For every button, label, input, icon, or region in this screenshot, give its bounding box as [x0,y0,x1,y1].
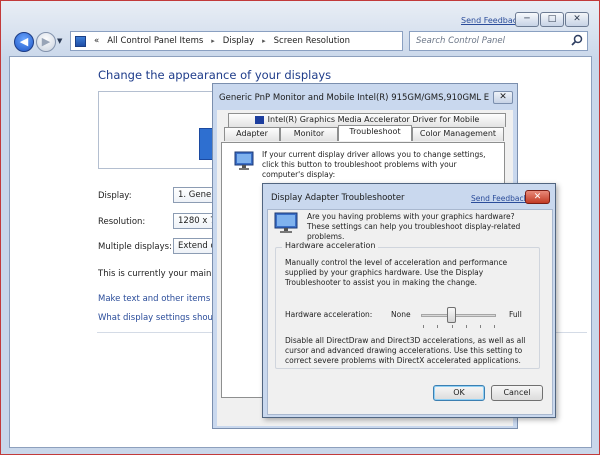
intel-graphics-icon [254,115,264,124]
address-bar[interactable]: « All Control Panel Items ▸ Display ▸ Sc… [70,31,403,51]
hardware-acceleration-slider[interactable] [421,314,496,317]
ok-button[interactable]: OK [433,385,485,401]
page-title: Change the appearance of your displays [98,68,332,82]
slider-tick [466,325,467,328]
troubleshoot-description: If your current display driver allows yo… [262,150,486,179]
display-settings-help-link[interactable]: What display settings should l [98,313,215,323]
dialog-title: Display Adapter Troubleshooter [271,193,405,203]
display-adapter-troubleshooter-dialog: Display Adapter Troubleshooter Send Feed… [262,183,556,418]
breadcrumb-separator[interactable]: ▸ [262,37,266,45]
text-size-link[interactable]: Make text and other items larg [98,294,215,304]
tab-color-management[interactable]: Color Management [412,127,504,141]
close-button[interactable]: ✕ [565,12,589,27]
group-title: Hardware acceleration [282,241,379,250]
cancel-button[interactable]: Cancel [491,385,543,401]
hardware-acceleration-description: Manually control the level of accelerati… [285,258,508,287]
display-label: Display: [98,191,132,201]
slider-min-label: None [391,310,411,319]
tab-troubleshoot[interactable]: Troubleshoot [338,125,412,141]
recent-pages-dropdown[interactable]: ▼ [57,37,67,47]
monitor-icon [274,212,298,234]
breadcrumb-separator[interactable]: ▸ [211,37,215,45]
slider-thumb[interactable] [447,307,457,323]
back-button[interactable]: ◀ [14,32,34,52]
control-panel-icon [75,35,86,47]
slider-max-label: Full [509,310,522,319]
search-input[interactable]: Search Control Panel [409,31,588,51]
send-feedback-link[interactable]: Send Feedback [461,16,522,25]
breadcrumb-overflow[interactable]: « [94,36,99,46]
breadcrumb-screen-resolution[interactable]: Screen Resolution [274,36,350,46]
send-feedback-link[interactable]: Send Feedback [471,194,528,203]
breadcrumb-all-items[interactable]: All Control Panel Items [107,36,203,46]
slider-label: Hardware acceleration: [285,310,373,319]
maximize-button[interactable]: □ [540,12,564,27]
tab-monitor[interactable]: Monitor [280,127,338,141]
slider-tick [437,325,438,328]
resolution-label: Resolution: [98,217,146,227]
tab-adapter[interactable]: Adapter [224,127,280,141]
multiple-displays-label: Multiple displays: [98,242,172,252]
main-display-status: This is currently your main di [98,269,215,279]
slider-tick [423,325,424,328]
close-button[interactable]: ✕ [525,190,550,204]
slider-tick [480,325,481,328]
search-icon[interactable] [571,34,584,47]
dialog-title: Generic PnP Monitor and Mobile Intel(R) … [219,93,489,103]
minimize-button[interactable]: ─ [515,12,539,27]
forward-button[interactable]: ▶ [36,32,56,52]
breadcrumb-display[interactable]: Display [223,36,254,46]
slider-tick [494,325,495,328]
troubleshooter-intro: Are you having problems with your graphi… [307,212,521,241]
close-button[interactable]: ✕ [493,91,513,104]
acceleration-level-note: Disable all DirectDraw and Direct3D acce… [285,336,526,365]
monitor-icon [234,151,254,171]
slider-tick [452,325,453,328]
